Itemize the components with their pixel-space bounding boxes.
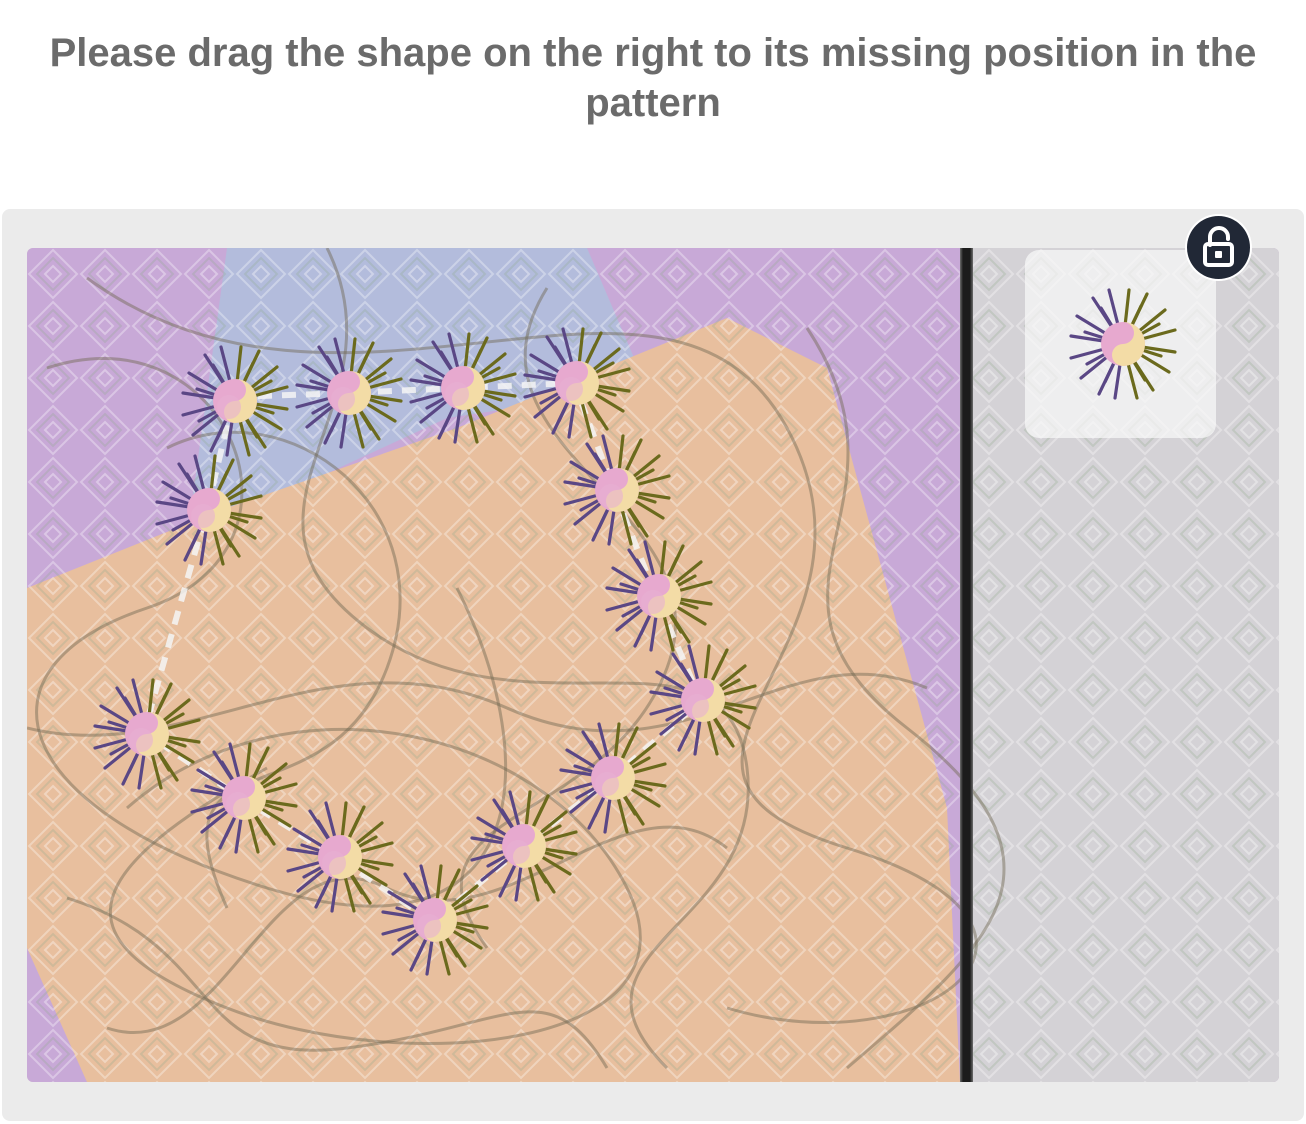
captcha-instruction: Please drag the shape on the right to it… [49,31,1257,125]
tray-divider [960,248,973,1082]
lock-button[interactable] [1187,216,1250,279]
unlocked-padlock-icon [1203,226,1234,267]
